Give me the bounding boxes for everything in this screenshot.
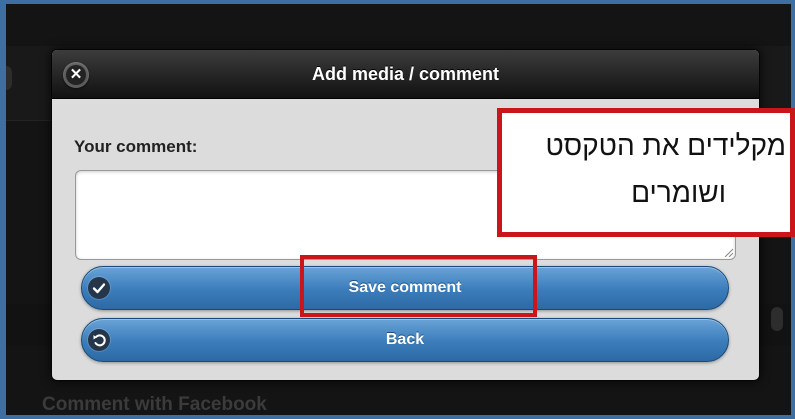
dialog-title: Add media / comment	[311, 64, 500, 84]
callout-line-1: מקלידים את הטקסט	[545, 130, 786, 161]
instruction-callout: מקלידים את הטקסט ושומרים	[497, 108, 795, 237]
callout-line-2: ושומרים	[631, 177, 726, 208]
resize-grip-icon[interactable]	[723, 247, 733, 257]
comment-label: Your comment:	[74, 137, 198, 156]
comment-with-facebook-link[interactable]: Comment with Facebook	[42, 394, 267, 415]
back-label: Back	[385, 331, 425, 348]
background-right-arrow-icon	[771, 307, 783, 331]
back-button[interactable]: Back	[81, 318, 729, 362]
background-left-arrow-icon	[6, 66, 12, 90]
dialog-header: ✕ Add media / comment	[52, 50, 759, 99]
save-button-highlight	[300, 255, 537, 317]
